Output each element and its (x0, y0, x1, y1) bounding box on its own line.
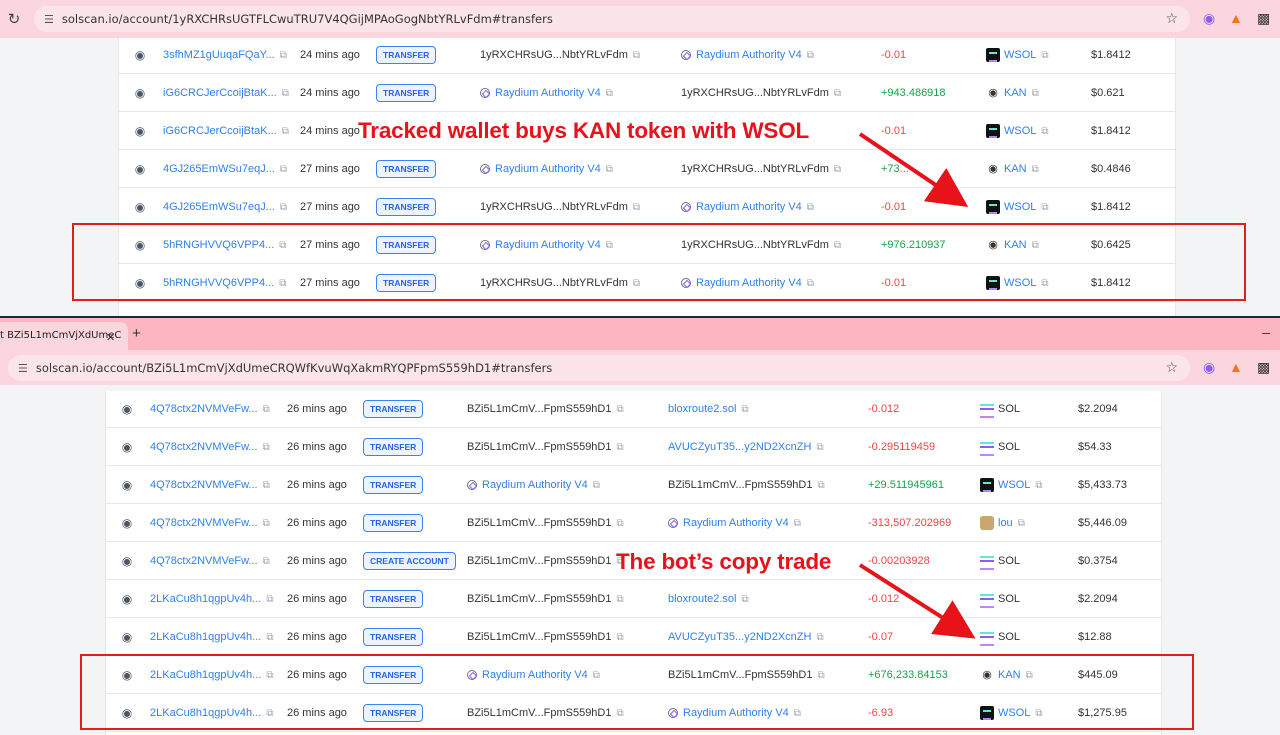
arrow (858, 132, 969, 207)
annotation-arrows (858, 132, 976, 639)
arrow (858, 563, 976, 639)
